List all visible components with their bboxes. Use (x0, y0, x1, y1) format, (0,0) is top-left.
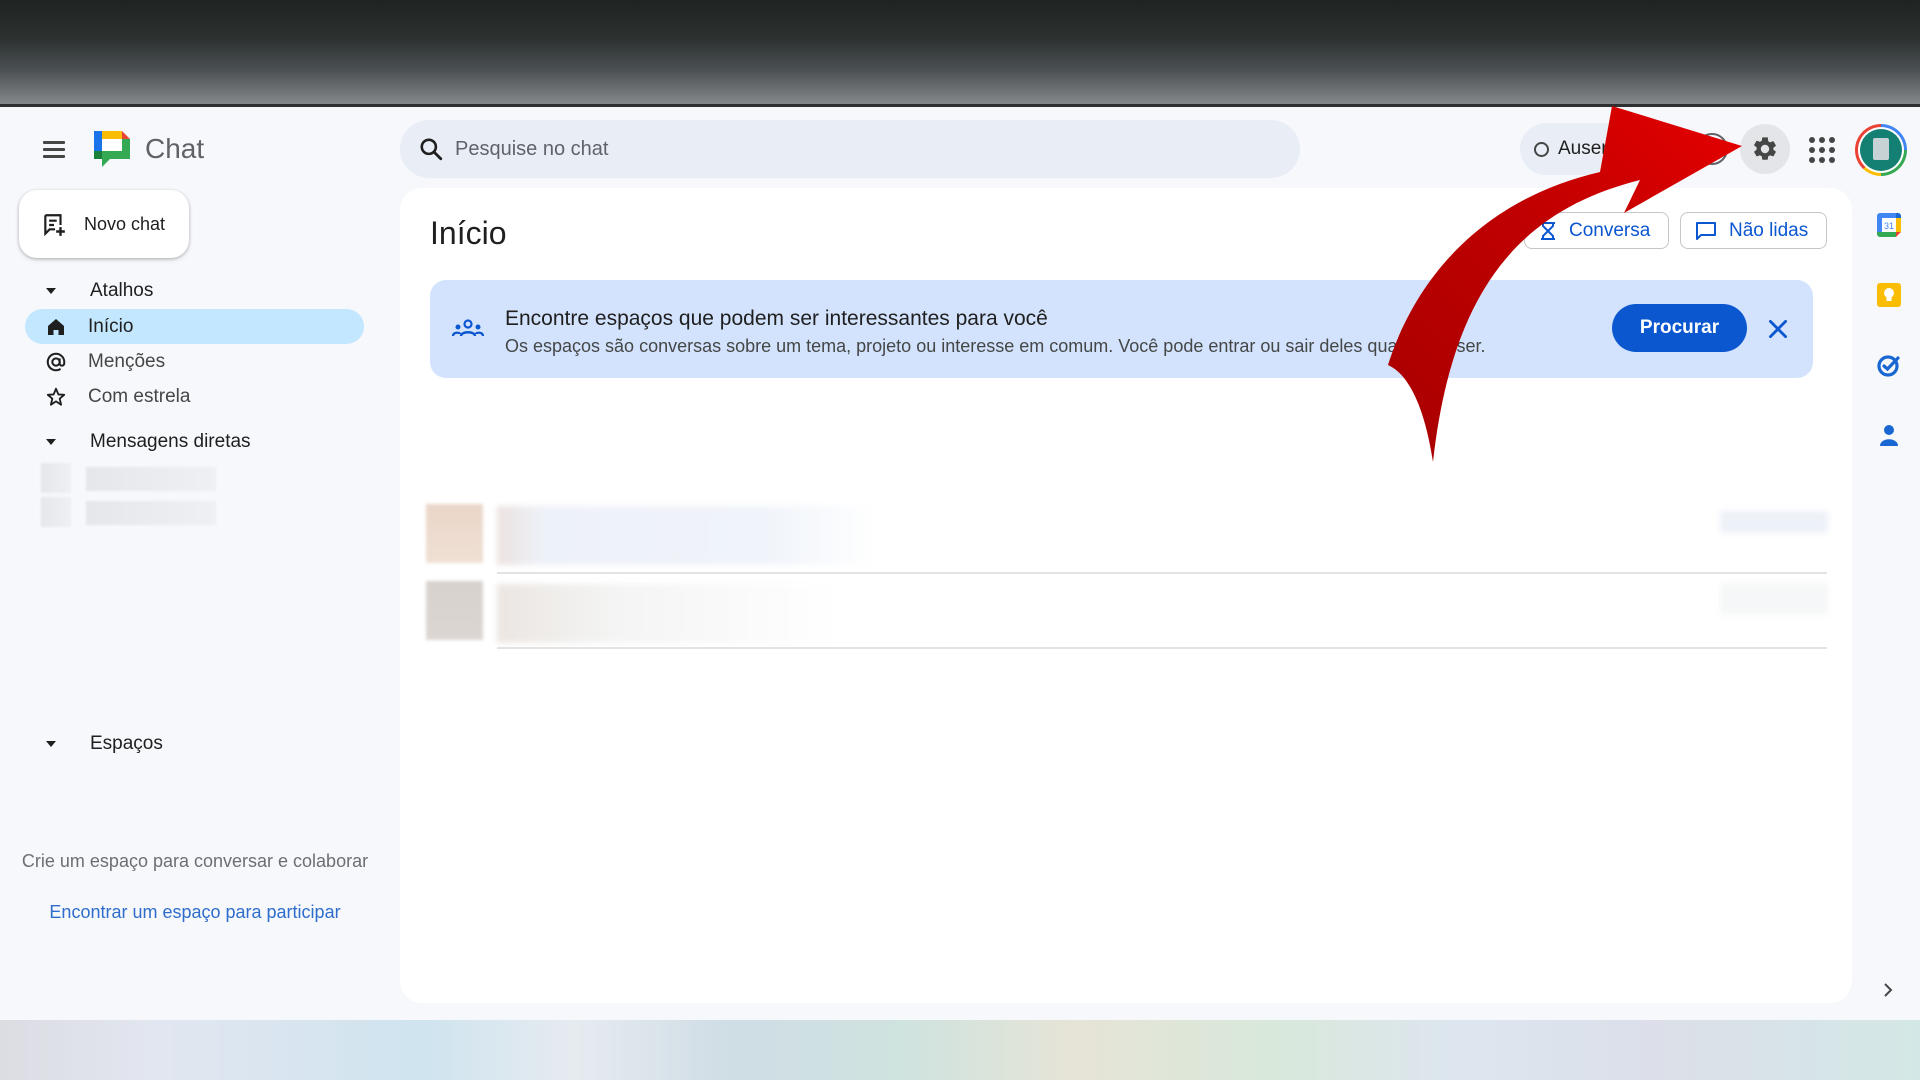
sidebar-item-mencoes[interactable]: Menções (25, 344, 364, 379)
banner-description: Os espaços são conversas sobre um tema, … (505, 336, 1486, 356)
row-divider (497, 647, 1827, 649)
svg-text:31: 31 (1884, 221, 1894, 231)
status-label: Ausente (1558, 138, 1628, 159)
google-apps-button[interactable] (1806, 134, 1836, 164)
dm-name-redacted[interactable] (86, 501, 216, 525)
shortcuts-label: Atalhos (90, 280, 154, 301)
conversation-time-redacted (1720, 583, 1828, 615)
dm-avatar-redacted[interactable] (41, 463, 71, 493)
google-chat-app: Chat Ausente Configurações Novo chat (0, 107, 1920, 1020)
help-icon[interactable] (1696, 133, 1728, 165)
spaces-label: Espaços (90, 733, 163, 754)
desktop-top-backdrop (0, 0, 1920, 107)
browse-spaces-button[interactable]: Procurar (1612, 304, 1747, 352)
calendar-icon[interactable]: 31 (1876, 212, 1902, 238)
sidebar-item-label: Menções (88, 350, 166, 372)
sidebar-item-com-estrela[interactable]: Com estrela (25, 379, 364, 414)
filter-label: Não lidas (1729, 219, 1809, 241)
caret-down-icon (46, 439, 56, 445)
filter-conversa-button[interactable]: Conversa (1524, 212, 1670, 249)
conversation-time-redacted (1720, 511, 1828, 533)
close-icon[interactable] (1765, 316, 1791, 342)
main-menu-button[interactable] (40, 135, 68, 163)
direct-messages-section-toggle[interactable]: Mensagens diretas (46, 427, 251, 457)
new-chat-label: Novo chat (84, 214, 166, 234)
spaces-section-toggle[interactable]: Espaços (46, 729, 163, 759)
new-chat-button[interactable]: Novo chat (19, 190, 189, 258)
dm-avatar-redacted[interactable] (41, 497, 71, 527)
sidebar-item-label: Início (88, 315, 134, 337)
conversation-avatar-redacted[interactable] (426, 504, 483, 563)
chat-logo-icon (94, 131, 130, 167)
chat-bubble-icon (1696, 221, 1716, 240)
at-icon (44, 350, 68, 374)
desktop-bottom-backdrop (0, 1020, 1920, 1080)
star-icon (44, 385, 68, 409)
new-chat-icon (44, 214, 65, 237)
direct-messages-label: Mensagens diretas (90, 431, 251, 452)
conversation-preview-redacted[interactable] (497, 506, 879, 565)
page-title: Início (430, 215, 507, 251)
dm-name-redacted[interactable] (86, 467, 216, 491)
home-panel: Início Conversa Não lidas Encontre espaç… (400, 188, 1852, 1003)
banner-title: Encontre espaços que podem ser interessa… (505, 307, 1048, 330)
sidebar-item-inicio[interactable]: Início (25, 309, 364, 344)
keep-icon[interactable] (1876, 282, 1902, 308)
status-circle-icon (1534, 142, 1549, 157)
status-selector[interactable]: Ausente (1520, 123, 1670, 175)
spaces-empty-text: Crie um espaço para conversar e colabora… (21, 851, 369, 871)
home-icon (44, 315, 68, 339)
row-divider (497, 572, 1827, 574)
tasks-icon[interactable] (1876, 352, 1902, 378)
filter-nao-lidas-button[interactable]: Não lidas (1680, 212, 1828, 249)
account-avatar[interactable] (1855, 124, 1907, 176)
caret-down-icon (46, 741, 56, 747)
settings-button[interactable] (1740, 124, 1790, 174)
search-icon (420, 138, 443, 161)
conversation-avatar-redacted[interactable] (426, 581, 483, 640)
hourglass-icon (1541, 221, 1555, 240)
chevron-right-icon[interactable] (1880, 980, 1896, 1000)
group-icon (452, 319, 484, 337)
sidebar-item-label: Com estrela (88, 385, 191, 407)
find-space-link[interactable]: Encontrar um espaço para participar (20, 902, 370, 923)
gear-icon (1754, 137, 1776, 160)
filter-label: Conversa (1569, 219, 1651, 241)
search-input[interactable] (455, 120, 1255, 178)
contacts-icon[interactable] (1876, 422, 1902, 448)
caret-down-icon (46, 288, 56, 294)
shortcuts-section-toggle[interactable]: Atalhos (46, 276, 153, 306)
discover-spaces-banner: Encontre espaços que podem ser interessa… (430, 280, 1813, 378)
conversation-preview-redacted[interactable] (497, 584, 879, 643)
search-bar[interactable] (400, 120, 1300, 178)
app-name: Chat (145, 133, 205, 164)
